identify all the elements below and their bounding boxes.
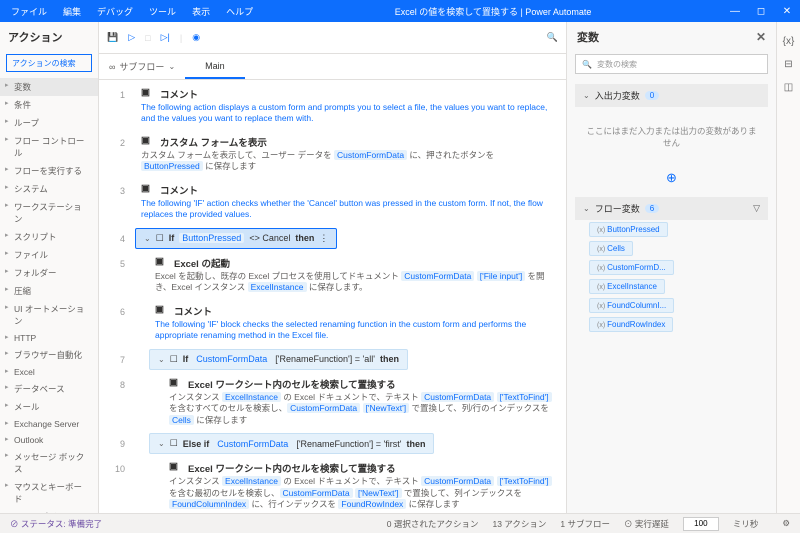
status-subflows: 1 サブフロー xyxy=(560,518,610,530)
sidebar-item[interactable]: フォルダー xyxy=(0,264,98,282)
close-button[interactable]: ✕ xyxy=(778,6,796,17)
sidebar-item[interactable]: ブラウザー自動化 xyxy=(0,346,98,364)
action-block[interactable]: ▣コメントThe following action displays a cus… xyxy=(135,84,558,128)
titlebar: ファイル編集デバッグツール表示ヘルプ Excel の値を検索して置換する | P… xyxy=(0,0,800,22)
menu-ファイル[interactable]: ファイル xyxy=(4,2,54,21)
sidebar-item[interactable]: ファイル xyxy=(0,246,98,264)
status-ready: ⊘ ステータス: 準備完了 xyxy=(10,518,102,530)
sidebar-item[interactable]: スクリプト xyxy=(0,228,98,246)
sidebar-item[interactable]: フローを実行する xyxy=(0,162,98,180)
menu-ツール[interactable]: ツール xyxy=(142,2,183,21)
ui-rail-icon[interactable]: ◫ xyxy=(777,76,800,99)
action-block[interactable]: ▣カスタム フォームを表示カスタム フォームを表示して、ユーザー データを Cu… xyxy=(135,132,558,176)
action-block[interactable]: ▣コメントThe following 'IF' action checks wh… xyxy=(135,180,558,224)
status-errors-icon[interactable]: ⚙ xyxy=(782,518,790,529)
sidebar-item[interactable]: ワークステーション xyxy=(0,198,98,228)
sidebar-item[interactable]: フロー コントロール xyxy=(0,132,98,162)
action-block[interactable]: ▣Excel の起動Excel を起動し、既存の Excel プロセスを使用して… xyxy=(149,253,558,297)
status-delay-label: ⊙ 実行遅延 xyxy=(624,518,669,530)
sidebar-item[interactable]: メッセージ ボックス xyxy=(0,448,98,478)
minimize-button[interactable]: — xyxy=(726,6,744,17)
sidebar-item[interactable]: Excel xyxy=(0,364,98,380)
action-block[interactable]: ▣Excel ワークシート内のセルを検索して置換するインスタンス ExcelIn… xyxy=(163,458,558,513)
add-io-var-button[interactable]: ⊕ xyxy=(575,167,768,189)
action-search-input[interactable]: アクションの検索 xyxy=(6,54,92,72)
filter-icon[interactable]: ▽ xyxy=(753,203,760,214)
subflow-dropdown[interactable]: ∞ サブフロー ⌄ xyxy=(99,60,185,73)
window-controls: — ◻ ✕ xyxy=(726,6,796,17)
sidebar-item[interactable]: システム xyxy=(0,180,98,198)
condition-block[interactable]: ⌄ ☐ If ButtonPressed <> Cancel then ⋮ xyxy=(135,228,337,249)
window-title: Excel の値を検索して置換する | Power Automate xyxy=(260,5,726,18)
toolbar: 💾 ▷ □ ▷| | ◉ 🔍 xyxy=(99,22,566,54)
vars-header: 変数 xyxy=(577,29,599,45)
status-ms: ミリ秒 xyxy=(733,518,759,530)
status-bar: ⊘ ステータス: 準備完了 0 選択されたアクション 13 アクション 1 サブ… xyxy=(0,513,800,533)
variable-chip[interactable]: ExcelInstance xyxy=(589,279,665,294)
sidebar-item[interactable]: データベース xyxy=(0,380,98,398)
variable-chip[interactable]: ButtonPressed xyxy=(589,222,668,237)
variables-panel: 変数 ✕ 🔍 変数の検索 ⌄入出力変数0 ここにはまだ入力または出力の変数がありま… xyxy=(566,22,776,533)
sidebar-item[interactable]: Exchange Server xyxy=(0,416,98,432)
search-icon[interactable]: 🔍 xyxy=(547,32,558,43)
flow-editor: 💾 ▷ □ ▷| | ◉ 🔍 ∞ サブフロー ⌄ Main 1▣コメントThe … xyxy=(99,22,566,533)
tab-main[interactable]: Main xyxy=(185,55,245,79)
sidebar-item[interactable]: メール xyxy=(0,398,98,416)
io-vars-header[interactable]: ⌄入出力変数0 xyxy=(575,84,768,107)
menu-ヘルプ[interactable]: ヘルプ xyxy=(219,2,260,21)
variable-chip[interactable]: FoundColumnI... xyxy=(589,298,674,313)
status-selected: 0 選択されたアクション xyxy=(387,518,479,530)
io-vars-empty: ここにはまだ入力または出力の変数がありません xyxy=(575,107,768,167)
sidebar-item[interactable]: ループ xyxy=(0,114,98,132)
close-vars-icon[interactable]: ✕ xyxy=(756,30,766,44)
status-actions: 13 アクション xyxy=(492,518,546,530)
menu-bar: ファイル編集デバッグツール表示ヘルプ xyxy=(4,2,260,21)
right-rail: {x} ⊟ ◫ xyxy=(776,22,800,533)
action-block[interactable]: ▣コメントThe following 'IF' block checks the… xyxy=(149,301,558,345)
vars-search-input[interactable]: 🔍 変数の検索 xyxy=(575,54,768,74)
save-icon[interactable]: 💾 xyxy=(107,32,118,43)
images-rail-icon[interactable]: ⊟ xyxy=(777,53,800,76)
menu-表示[interactable]: 表示 xyxy=(185,2,217,21)
stop-icon[interactable]: □ xyxy=(145,33,150,43)
tab-bar: ∞ サブフロー ⌄ Main xyxy=(99,54,566,80)
delay-input[interactable] xyxy=(683,517,719,531)
sidebar-item[interactable]: マウスとキーボード xyxy=(0,478,98,508)
flow-vars-header[interactable]: ⌄フロー変数6▽ xyxy=(575,197,768,220)
record-icon[interactable]: ◉ xyxy=(192,32,200,43)
sidebar-item[interactable]: 圧縮 xyxy=(0,282,98,300)
step-icon[interactable]: ▷| xyxy=(161,32,170,43)
sidebar-item[interactable]: HTTP xyxy=(0,330,98,346)
sidebar-item[interactable]: UI オートメーション xyxy=(0,300,98,330)
run-icon[interactable]: ▷ xyxy=(128,32,135,43)
condition-block[interactable]: ⌄ ☐ Else if CustomFormData ['RenameFunct… xyxy=(149,433,434,454)
menu-デバッグ[interactable]: デバッグ xyxy=(90,2,140,21)
variable-chip[interactable]: Cells xyxy=(589,241,633,256)
variable-chip[interactable]: CustomFormD... xyxy=(589,260,674,275)
maximize-button[interactable]: ◻ xyxy=(752,6,770,17)
condition-block[interactable]: ⌄ ☐ If CustomFormData ['RenameFunction']… xyxy=(149,349,408,370)
sidebar-header: アクション xyxy=(0,22,98,52)
sidebar-item[interactable]: Outlook xyxy=(0,432,98,448)
actions-sidebar: アクション アクションの検索 変数条件ループフロー コントロールフローを実行する… xyxy=(0,22,99,533)
vars-rail-icon[interactable]: {x} xyxy=(777,30,800,53)
sidebar-item[interactable]: 変数 xyxy=(0,78,98,96)
sidebar-item[interactable]: 条件 xyxy=(0,96,98,114)
action-block[interactable]: ▣Excel ワークシート内のセルを検索して置換するインスタンス ExcelIn… xyxy=(163,374,558,429)
menu-編集[interactable]: 編集 xyxy=(56,2,88,21)
variable-chip[interactable]: FoundRowIndex xyxy=(589,317,673,332)
